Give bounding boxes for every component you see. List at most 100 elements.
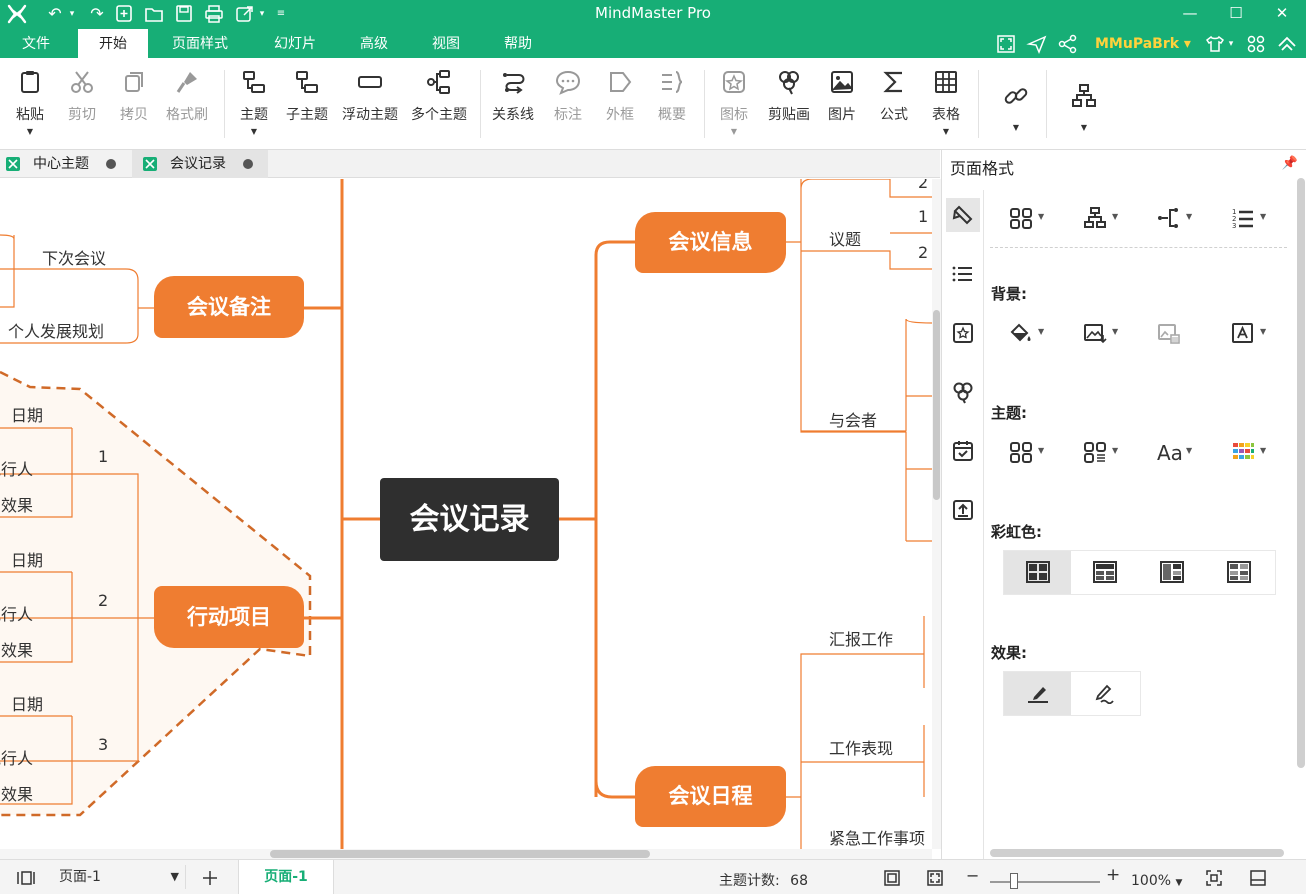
fit-window-icon[interactable]	[1204, 868, 1224, 888]
action-date[interactable]: 日期	[11, 691, 43, 715]
remove-background-button[interactable]	[1152, 317, 1202, 349]
canvas-horizontal-scrollbar[interactable]	[0, 849, 932, 859]
doc-tab-central-topic[interactable]: 中心主题	[0, 150, 130, 178]
action-owner[interactable]: 执行人	[0, 601, 33, 625]
page-tab[interactable]: 页面-1	[238, 860, 334, 894]
export-tab-button[interactable]	[946, 493, 980, 527]
apps-icon[interactable]	[1245, 33, 1267, 55]
pin-icon[interactable]: 📌	[1282, 156, 1298, 171]
numbering-button[interactable]: 123 ▼	[1226, 202, 1276, 234]
menu-advanced[interactable]: 高级	[346, 29, 402, 58]
share-icon[interactable]	[1057, 33, 1079, 55]
minimize-panel-icon[interactable]	[1248, 868, 1268, 888]
action-expected-result[interactable]: 预期效果	[0, 781, 33, 805]
cut-button[interactable]: 剪切	[60, 68, 104, 124]
rainbow-option-1[interactable]	[1004, 551, 1071, 594]
subtopic-button[interactable]: 子主题	[282, 68, 332, 124]
action-owner[interactable]: 执行人	[0, 456, 33, 480]
action-owner[interactable]: 执行人	[0, 745, 33, 769]
action-number[interactable]: 2	[98, 591, 108, 610]
zoom-level[interactable]: 100% ▼	[1131, 860, 1182, 894]
scroll-thumb[interactable]	[990, 849, 1284, 857]
connector-style-button[interactable]: ▼	[1152, 202, 1202, 234]
fullscreen-view-icon[interactable]	[925, 868, 945, 888]
multiple-topics-button[interactable]: 多个主题	[406, 68, 472, 124]
paste-button[interactable]: 粘贴 ▼	[8, 68, 52, 136]
subtopic-report-work[interactable]: 汇报工作	[829, 626, 893, 650]
subtopic-agenda-topic[interactable]: 议题	[829, 226, 861, 250]
table-button[interactable]: 表格 ▼	[924, 68, 968, 136]
format-tab-button[interactable]	[946, 198, 980, 232]
menu-page-style[interactable]: 页面样式	[160, 29, 240, 58]
picture-button[interactable]: 图片	[820, 68, 864, 124]
background-color-button[interactable]: ▼	[1004, 317, 1054, 349]
zoom-in-icon[interactable]: +	[1106, 865, 1120, 885]
zoom-slider-knob[interactable]	[1010, 873, 1018, 889]
maximize-button[interactable]: ☐	[1213, 0, 1259, 29]
canvas-vertical-scrollbar[interactable]	[932, 179, 941, 849]
menu-view[interactable]: 视图	[418, 29, 474, 58]
subtopic-personal-dev[interactable]: 个人发展规划	[8, 318, 104, 342]
skin-icon[interactable]	[1204, 33, 1226, 55]
zoom-out-icon[interactable]: −	[966, 866, 979, 885]
close-button[interactable]: ✕	[1259, 0, 1305, 29]
fullscreen-icon[interactable]	[995, 33, 1017, 55]
subtopic-attendees[interactable]: 与会者	[829, 407, 877, 431]
effect-option-1[interactable]	[1004, 672, 1071, 715]
rainbow-option-2[interactable]	[1071, 551, 1138, 594]
send-icon[interactable]	[1026, 33, 1048, 55]
minimize-button[interactable]: —	[1167, 0, 1213, 29]
boundary-button[interactable]: 外框	[598, 68, 642, 124]
floating-topic-button[interactable]: 浮动主题	[338, 68, 402, 124]
topic-button[interactable]: 主题 ▼	[232, 68, 276, 136]
theme-button[interactable]: ▼	[1004, 436, 1054, 468]
mark-button[interactable]: 图标 ▼	[712, 68, 756, 136]
menu-help[interactable]: 帮助	[490, 29, 546, 58]
action-date[interactable]: 日期	[11, 547, 43, 571]
copy-button[interactable]: 拷贝	[112, 68, 156, 124]
structure-button[interactable]: ▼	[1078, 202, 1128, 234]
theme-style-button[interactable]: ▼	[1078, 436, 1128, 468]
background-image-button[interactable]: ▼	[1078, 317, 1128, 349]
add-page-icon[interactable]	[200, 868, 220, 888]
panel-vertical-scrollbar[interactable]	[1296, 178, 1306, 768]
panel-horizontal-scrollbar[interactable]	[990, 849, 1290, 858]
skin-dropdown-icon[interactable]: ▾	[1226, 33, 1236, 55]
subtopic-next-meeting[interactable]: 下次会议	[42, 245, 106, 269]
branch-action-items[interactable]: 行动项目	[154, 586, 304, 648]
scroll-thumb[interactable]	[270, 850, 650, 858]
info-number[interactable]: 2	[918, 179, 928, 192]
hyperlink-button[interactable]: ▼	[996, 82, 1036, 132]
layout-button[interactable]: ▼	[1064, 82, 1104, 132]
branch-meeting-notes[interactable]: 会议备注	[154, 276, 304, 338]
summary-button[interactable]: 概要	[650, 68, 694, 124]
scroll-thumb[interactable]	[933, 310, 940, 500]
action-expected-result[interactable]: 预期效果	[0, 492, 33, 516]
callout-button[interactable]: 标注	[546, 68, 590, 124]
format-painter-button[interactable]: 格式刷	[160, 68, 214, 124]
watermark-button[interactable]: ▼	[1226, 317, 1276, 349]
menu-file[interactable]: 文件	[8, 29, 64, 58]
page-select[interactable]: 页面-1 ▼	[54, 865, 186, 889]
user-account[interactable]: MMuPaBrk ▾	[1095, 33, 1191, 55]
action-number[interactable]: 1	[98, 447, 108, 466]
layout-style-button[interactable]: ▼	[1004, 202, 1054, 234]
branch-meeting-agenda[interactable]: 会议日程	[635, 766, 786, 827]
info-number[interactable]: 2	[918, 243, 928, 262]
action-date[interactable]: 日期	[11, 402, 43, 426]
color-scheme-button[interactable]: ▼	[1226, 436, 1276, 468]
subtopic-work-performance[interactable]: 工作表现	[829, 735, 893, 759]
info-number[interactable]: 1	[918, 207, 928, 226]
rainbow-option-4[interactable]	[1205, 551, 1272, 594]
action-number[interactable]: 3	[98, 735, 108, 754]
subtopic-urgent-items[interactable]: 紧急工作事项	[829, 825, 925, 849]
clipart-tab-button[interactable]	[946, 375, 980, 409]
doc-tab-meeting-notes[interactable]: 会议记录	[132, 150, 268, 178]
rainbow-option-3[interactable]	[1138, 551, 1205, 594]
mindmap-canvas[interactable]: 会议记录 会议备注 行动项目 会议信息 会议日程 下次会议 个人发展规划 1 2…	[0, 179, 932, 849]
page-panel-icon[interactable]	[16, 868, 36, 888]
formula-button[interactable]: 公式	[872, 68, 916, 124]
collapse-ribbon-icon[interactable]	[1276, 33, 1298, 55]
menu-home[interactable]: 开始	[78, 29, 148, 58]
scroll-thumb[interactable]	[1297, 178, 1305, 768]
